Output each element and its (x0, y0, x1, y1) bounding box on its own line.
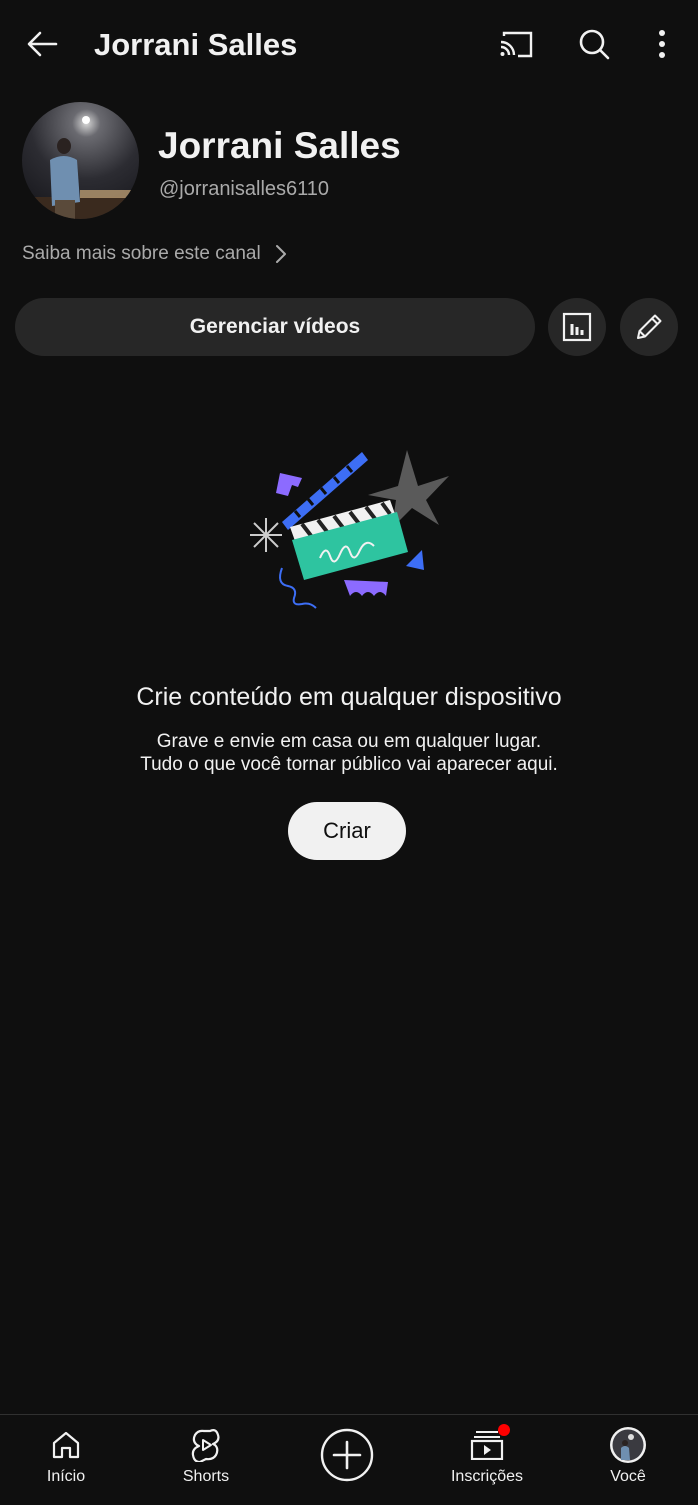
subscriptions-icon (470, 1431, 504, 1460)
avatar-photo (22, 102, 139, 219)
manage-videos-label: Gerenciar vídeos (189, 315, 361, 338)
nav-you-label: Você (610, 1468, 646, 1485)
nav-subscriptions-label: Inscrições (450, 1468, 524, 1485)
page-title: Jorrani Salles (94, 27, 298, 62)
pencil-icon (637, 314, 662, 339)
cast-button[interactable] (494, 24, 538, 64)
channel-handle: @jorranisalles6110 (159, 178, 330, 200)
search-icon (579, 29, 610, 60)
nav-home-label: Início (46, 1468, 86, 1485)
plus-circle-icon (320, 1428, 374, 1482)
channel-name: Jorrani Salles (158, 125, 401, 166)
edit-channel-button[interactable] (620, 298, 678, 356)
nav-subscriptions[interactable]: Inscrições (427, 1415, 547, 1505)
notification-dot (498, 1424, 510, 1436)
clapperboard-illustration (240, 440, 460, 615)
empty-state-desc-line2: Tudo o que você tornar público vai apare… (140, 754, 558, 775)
bottom-navigation: Início Shorts Inscrições Você (0, 1414, 698, 1505)
chevron-right-icon (275, 245, 286, 263)
empty-state-desc-line1: Grave e envie em casa ou em qualquer lug… (156, 731, 542, 752)
shorts-icon (191, 1429, 220, 1462)
create-label: Criar (323, 818, 371, 843)
nav-create[interactable] (287, 1415, 407, 1505)
empty-state-description: Grave e envie em casa ou em qualquer lug… (0, 730, 698, 776)
more-vertical-icon (659, 30, 665, 58)
analytics-button[interactable] (548, 298, 606, 356)
nav-shorts-label: Shorts (182, 1468, 230, 1485)
search-button[interactable] (572, 24, 616, 64)
nav-shorts[interactable]: Shorts (146, 1415, 266, 1505)
analytics-icon (562, 312, 592, 342)
about-channel-label: Saiba mais sobre este canal (22, 243, 261, 264)
top-bar: Jorrani Salles (0, 0, 698, 88)
home-icon (52, 1431, 80, 1459)
channel-avatar[interactable] (22, 102, 139, 219)
nav-home[interactable]: Início (6, 1415, 126, 1505)
more-options-button[interactable] (642, 24, 682, 64)
create-button[interactable]: Criar (288, 802, 406, 860)
arrow-left-icon (27, 31, 58, 57)
avatar-icon (610, 1427, 646, 1463)
cast-icon (500, 31, 533, 58)
nav-you[interactable]: Você (568, 1415, 688, 1505)
manage-videos-button[interactable]: Gerenciar vídeos (15, 298, 535, 356)
back-button[interactable] (20, 24, 64, 64)
empty-state-title: Crie conteúdo em qualquer dispositivo (136, 683, 562, 711)
about-channel-link[interactable]: Saiba mais sobre este canal (22, 240, 287, 268)
